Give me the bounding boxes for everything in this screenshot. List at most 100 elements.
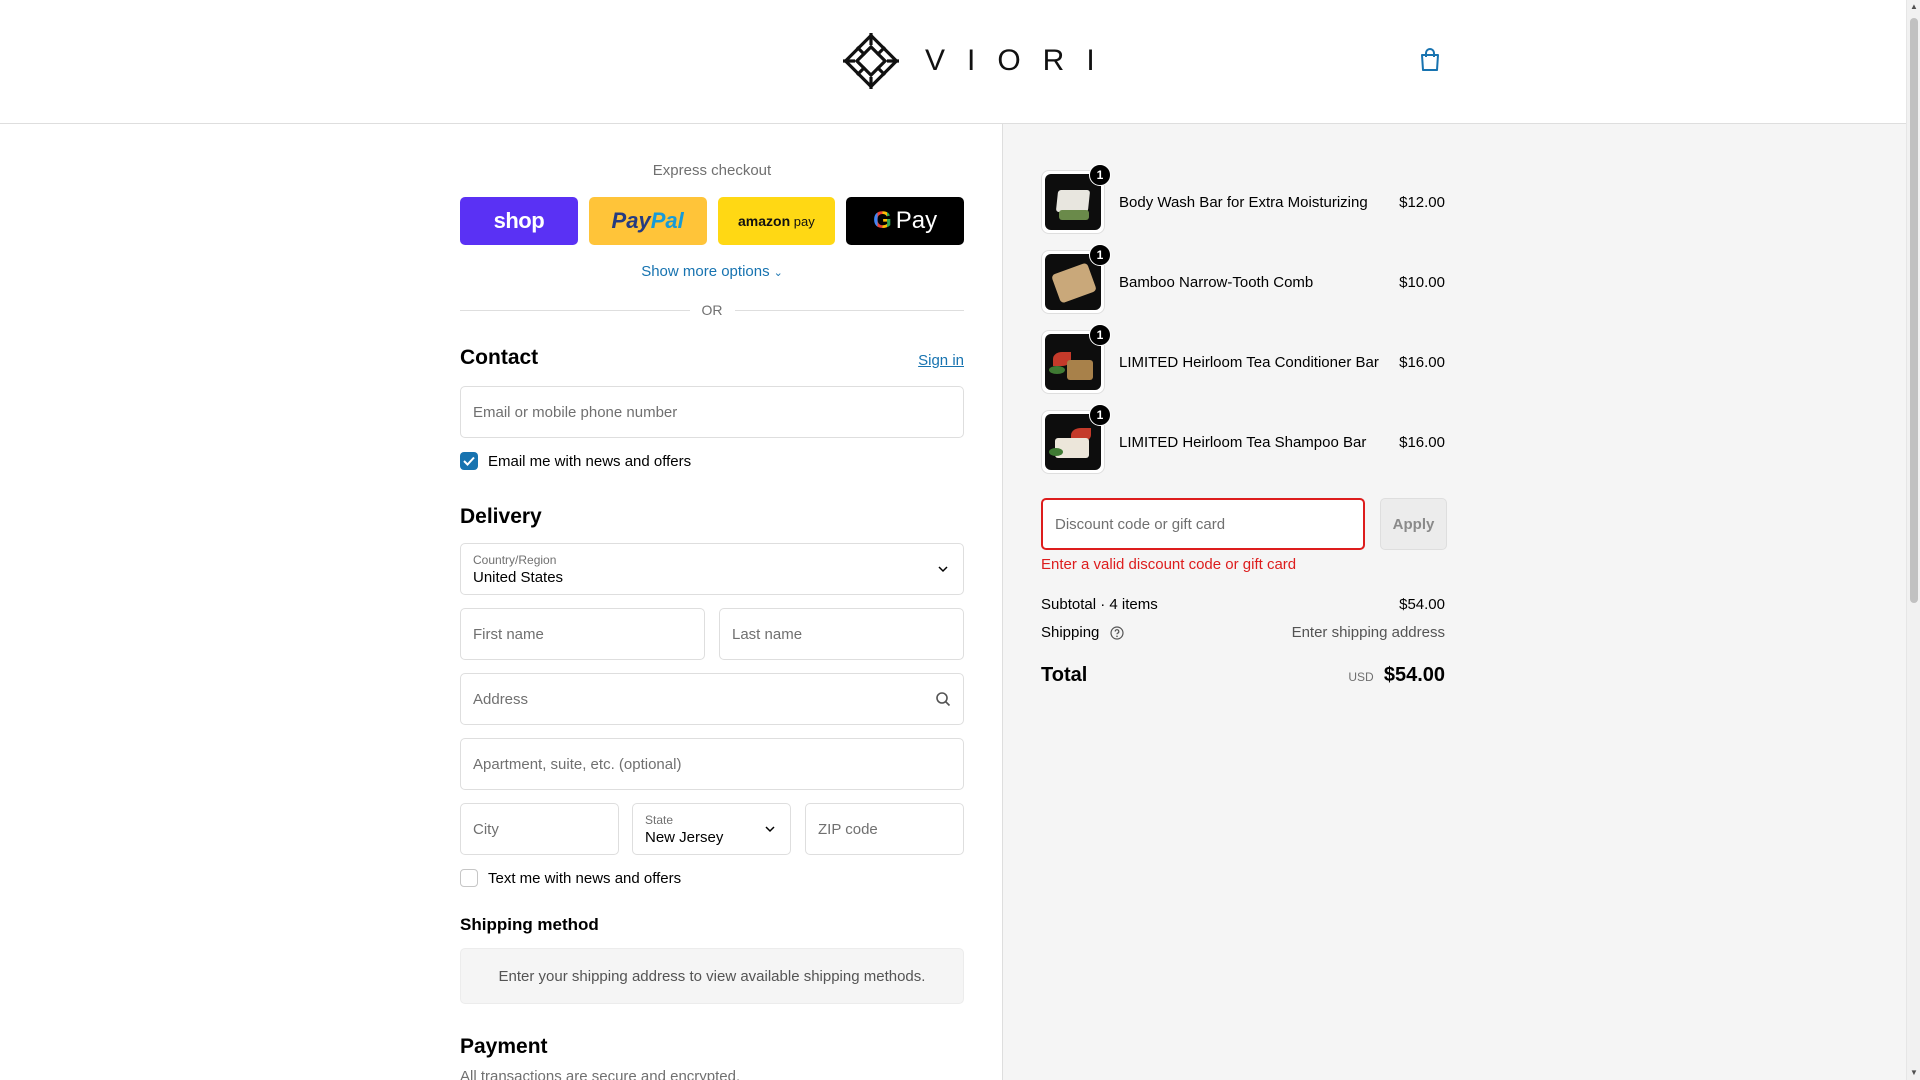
product-thumbnail: 1 [1041, 164, 1111, 234]
product-name: LIMITED Heirloom Tea Conditioner Bar [1119, 353, 1379, 371]
subtotal-label: Subtotal · 4 items [1041, 596, 1158, 613]
line-item: 1 Bamboo Narrow-Tooth Comb $10.00 [1041, 244, 1445, 314]
payment-subtitle: All transactions are secure and encrypte… [460, 1068, 741, 1080]
payment-title: Payment [460, 1035, 548, 1058]
shipping-method-info: Enter your shipping address to view avai… [460, 948, 964, 1004]
shipping-method-title: Shipping method [460, 915, 599, 934]
quantity-badge: 1 [1089, 244, 1111, 266]
contact-title: Contact [460, 346, 539, 369]
order-summary-column: 1 Body Wash Bar for Extra Moisturizing $… [1002, 124, 1906, 1080]
product-thumbnail: 1 [1041, 244, 1111, 314]
brand-name: VIORI [925, 44, 1117, 77]
shipping-label: Shipping [1041, 624, 1100, 641]
email-news-checkbox[interactable] [460, 452, 478, 470]
express-checkout-title: Express checkout [652, 162, 772, 179]
subtotal-row: Subtotal · 4 items $54.00 [1041, 596, 1445, 613]
site-header: VIORI [0, 0, 1906, 124]
or-divider: OR [460, 300, 964, 320]
text-news-checkbox[interactable] [460, 869, 478, 887]
viori-diamond-logo-icon [843, 33, 899, 89]
product-thumbnail: 1 [1041, 324, 1111, 394]
zip-field[interactable]: ZIP code [805, 803, 964, 855]
address-placeholder: Address [473, 690, 529, 708]
product-name: LIMITED Heirloom Tea Shampoo Bar [1119, 433, 1367, 451]
quantity-badge: 1 [1089, 164, 1111, 186]
sign-in-link[interactable]: Sign in [918, 352, 964, 369]
scrollbar-thumb[interactable] [1910, 18, 1918, 603]
quantity-badge: 1 [1089, 404, 1111, 426]
checkout-form-column: Express checkout shop Pay Pal amazon pay … [0, 124, 1002, 1080]
scroll-down-arrow-icon[interactable]: ▼ [1910, 1069, 1918, 1077]
email-news-label: Email me with news and offers [488, 452, 692, 470]
google-pay-label: Pay [895, 207, 938, 234]
checkmark-icon [463, 456, 475, 466]
email-news-row: Email me with news and offers [460, 452, 691, 470]
divider-line [460, 309, 690, 311]
page-scrollbar[interactable]: ▲ ▼ [1906, 0, 1920, 1080]
shop-pay-label: shop [493, 208, 545, 233]
google-pay-button[interactable]: G Pay [846, 197, 964, 245]
divider-line [734, 309, 964, 311]
show-more-options-label: Show more options [641, 263, 770, 280]
product-thumbnail: 1 [1041, 404, 1111, 474]
paypal-button[interactable]: Pay Pal [588, 197, 707, 245]
city-field[interactable]: City [460, 803, 619, 855]
state-value: New Jersey [645, 828, 724, 846]
show-more-options-link[interactable]: Show more options ⌄ [460, 263, 964, 280]
country-select[interactable]: Country/Region United States [460, 543, 964, 595]
google-g-icon: G [873, 207, 892, 234]
amazon-pay-label-b: pay [793, 214, 815, 229]
line-item: 1 LIMITED Heirloom Tea Conditioner Bar $… [1041, 324, 1445, 394]
discount-error-message: Enter a valid discount code or gift card [1041, 556, 1297, 573]
quantity-badge: 1 [1089, 324, 1111, 346]
delivery-title: Delivery [460, 505, 542, 528]
apartment-placeholder: Apartment, suite, etc. (optional) [473, 755, 682, 773]
country-label: Country/Region [473, 552, 557, 567]
city-placeholder: City [473, 820, 499, 838]
total-amount: $54.00 [1383, 664, 1445, 686]
subtotal-value: $54.00 [1399, 596, 1445, 613]
discount-code-input[interactable]: Discount code or gift card [1041, 498, 1365, 550]
apply-discount-button[interactable]: Apply [1380, 498, 1447, 550]
total-label: Total [1041, 664, 1088, 686]
paypal-label-b: Pal [650, 208, 684, 233]
last-name-field[interactable]: Last name [719, 608, 964, 660]
last-name-placeholder: Last name [732, 625, 803, 643]
line-item: 1 LIMITED Heirloom Tea Shampoo Bar $16.0… [1041, 404, 1445, 474]
text-news-row: Text me with news and offers [460, 869, 681, 887]
product-price: $16.00 [1399, 433, 1445, 451]
total-currency: USD [1348, 670, 1374, 684]
zip-placeholder: ZIP code [818, 820, 878, 838]
checkout-page: VIORI Express checkout shop Pay Pal amaz… [0, 0, 1920, 1080]
shipping-row: Shipping Enter shipping address [1041, 624, 1445, 641]
state-select[interactable]: State New Jersey [632, 803, 791, 855]
help-icon[interactable] [1109, 626, 1124, 640]
shipping-method-info-text: Enter your shipping address to view avai… [498, 967, 926, 985]
or-label: OR [701, 302, 723, 318]
cart-button[interactable] [1419, 48, 1445, 76]
chevron-down-icon [765, 826, 775, 833]
email-field[interactable]: Email or mobile phone number [460, 386, 964, 438]
country-value: United States [473, 568, 564, 586]
product-price: $16.00 [1399, 353, 1445, 371]
chevron-down-icon: ⌄ [773, 267, 783, 279]
shop-pay-button[interactable]: shop [460, 197, 578, 245]
brand-logo[interactable]: VIORI [839, 28, 1117, 94]
product-price: $10.00 [1399, 273, 1445, 291]
total-row: Total USD $54.00 [1041, 664, 1445, 687]
amazon-pay-button[interactable]: amazon pay [717, 197, 836, 245]
first-name-field[interactable]: First name [460, 608, 705, 660]
address-field[interactable]: Address [460, 673, 964, 725]
amazon-pay-label-a: amazon [738, 213, 791, 229]
first-name-placeholder: First name [473, 625, 544, 643]
product-price: $12.00 [1399, 193, 1445, 211]
scroll-up-arrow-icon[interactable]: ▲ [1910, 3, 1918, 11]
search-icon [936, 692, 951, 707]
product-name: Bamboo Narrow-Tooth Comb [1119, 273, 1314, 291]
paypal-label-a: Pay [611, 208, 651, 233]
line-item: 1 Body Wash Bar for Extra Moisturizing $… [1041, 164, 1445, 234]
email-placeholder: Email or mobile phone number [473, 403, 678, 421]
text-news-label: Text me with news and offers [488, 869, 682, 887]
apartment-field[interactable]: Apartment, suite, etc. (optional) [460, 738, 964, 790]
state-label: State [645, 812, 674, 827]
